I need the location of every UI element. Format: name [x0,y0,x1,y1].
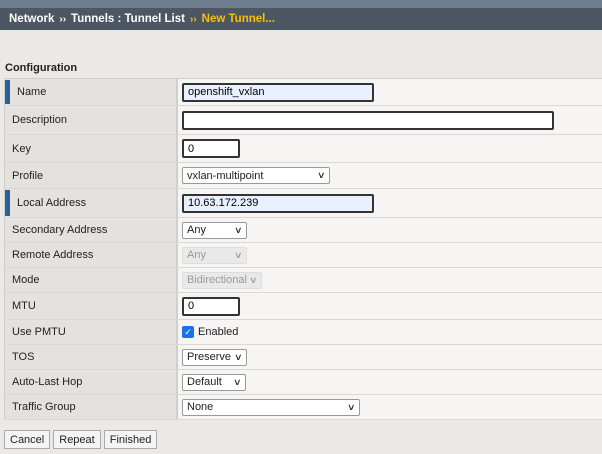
description-input[interactable] [182,110,554,130]
row-mode: Mode Bidirectional ∨ [5,268,602,293]
select-value: vxlan-multipoint [187,169,264,182]
row-name: Name [5,79,602,106]
row-key: Key [5,135,602,163]
select-value: Any [187,224,206,236]
row-traffic-group: Traffic Group None ∨ [5,395,602,420]
field-label: Remote Address [5,243,178,267]
select-value: Preserve [187,351,232,363]
field-label: Mode [5,268,178,292]
select-value: None [187,401,214,413]
field-label: Traffic Group [5,395,178,419]
row-use-pmtu: Use PMTU ✓ Enabled [5,320,602,345]
use-pmtu-checkbox[interactable]: ✓ [182,326,194,338]
breadcrumb-network[interactable]: Network [9,13,54,25]
breadcrumb-current: New Tunnel... [201,13,275,25]
field-label: Secondary Address [5,218,178,242]
checkbox-label: Enabled [198,326,239,338]
tos-select[interactable]: Preserve ∨ [182,348,247,366]
repeat-button[interactable]: Repeat [53,430,101,449]
field-label: Key [5,135,178,162]
field-label: Auto-Last Hop [5,370,178,394]
section-title: Configuration [5,62,78,74]
chevron-down-icon: ∨ [234,224,243,235]
chevron-down-icon: ∨ [249,274,258,285]
top-strip [0,0,602,8]
mtu-input[interactable] [182,296,240,316]
field-label: Local Address [5,189,178,217]
auto-last-hop-select[interactable]: Default ∨ [182,373,246,391]
configuration-table: Name Description Key Profile vxlan-multi… [4,78,602,420]
field-label: Name [5,79,178,105]
row-auto-last-hop: Auto-Last Hop Default ∨ [5,370,602,395]
key-input[interactable] [182,139,240,158]
breadcrumb-separator: ›› [189,14,197,25]
mode-select: Bidirectional ∨ [182,271,262,289]
name-input[interactable] [182,82,374,102]
row-profile: Profile vxlan-multipoint ∨ [5,163,602,189]
finished-button[interactable]: Finished [103,430,158,449]
breadcrumb: Network ›› Tunnels : Tunnel List ›› New Tunn… [0,8,602,30]
traffic-group-select[interactable]: None ∨ [182,398,360,416]
cancel-button[interactable]: Cancel [4,430,51,449]
row-mtu: MTU [5,293,602,320]
chevron-down-icon: ∨ [317,170,326,180]
chevron-down-icon: ∨ [234,351,243,362]
field-label: MTU [5,293,178,319]
field-label: Use PMTU [5,320,178,344]
field-label: Description [5,106,178,134]
chevron-down-icon: ∨ [347,401,356,412]
remote-address-select: Any ∨ [182,246,247,264]
row-secondary-address: Secondary Address Any ∨ [5,218,602,243]
form-actions: Cancel Repeat Finished [4,430,158,449]
breadcrumb-tunnel-list[interactable]: Tunnels : Tunnel List [71,13,185,25]
secondary-address-select[interactable]: Any ∨ [182,221,247,239]
select-value: Any [187,249,206,261]
row-remote-address: Remote Address Any ∨ [5,243,602,268]
chevron-down-icon: ∨ [233,376,242,387]
breadcrumb-separator: ›› [59,14,67,25]
field-label: Profile [5,163,178,188]
row-tos: TOS Preserve ∨ [5,345,602,370]
profile-select[interactable]: vxlan-multipoint ∨ [182,167,330,184]
row-description: Description [5,106,602,135]
local-address-input[interactable] [182,193,374,213]
chevron-down-icon: ∨ [234,249,243,260]
select-value: Bidirectional [187,274,247,286]
select-value: Default [187,376,222,388]
field-label: TOS [5,345,178,369]
row-local-address: Local Address [5,189,602,218]
